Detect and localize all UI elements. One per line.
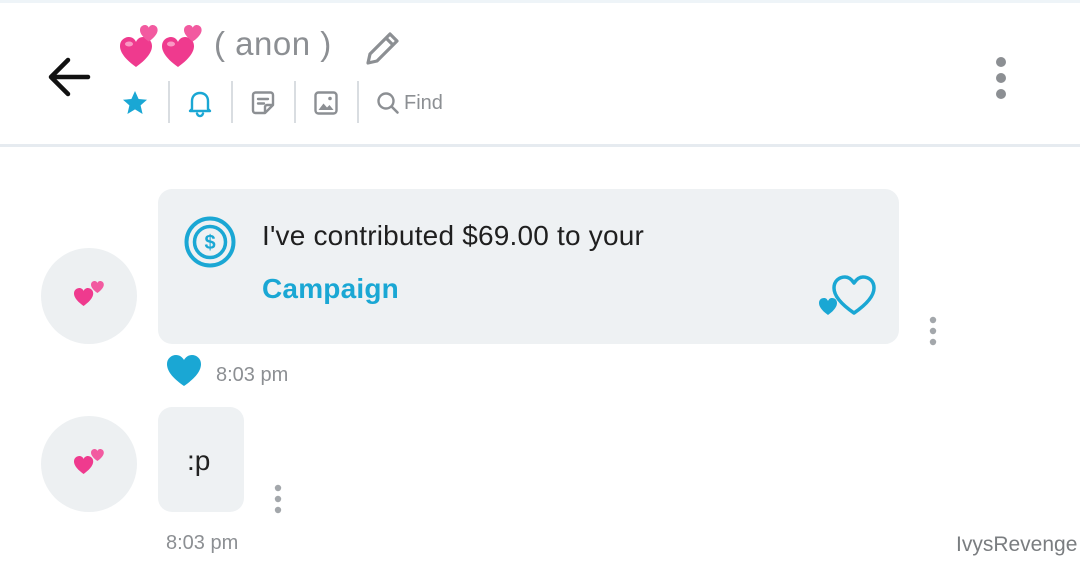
media-button[interactable] xyxy=(311,83,341,123)
toolbar-divider xyxy=(357,81,359,123)
bell-icon xyxy=(188,91,212,118)
more-vertical-icon[interactable] xyxy=(989,54,1013,102)
header-divider xyxy=(0,144,1080,147)
toolbar-divider xyxy=(168,81,170,123)
find-button[interactable]: Find xyxy=(375,83,443,123)
heart-like-icon[interactable] xyxy=(166,354,202,388)
back-arrow-icon[interactable] xyxy=(44,51,96,103)
chat-header: ( anon ) Find xyxy=(0,3,1080,144)
edit-pencil-icon[interactable] xyxy=(362,27,404,69)
avatar[interactable] xyxy=(41,248,137,344)
message-timestamp: 8:03 pm xyxy=(216,364,289,386)
avatar[interactable] xyxy=(41,416,137,512)
star-icon xyxy=(123,91,147,114)
sticky-note-icon xyxy=(251,91,275,115)
message-options-icon[interactable] xyxy=(928,316,938,346)
svg-text:$: $ xyxy=(204,232,215,254)
message-text: :p xyxy=(187,445,211,476)
favorite-button[interactable] xyxy=(120,83,150,123)
dollar-coin-icon: $ xyxy=(184,216,236,268)
watermark: IvysRevenge xyxy=(956,533,1078,556)
notifications-button[interactable] xyxy=(185,83,215,123)
title-hearts-emoji xyxy=(120,25,202,67)
message-options-icon[interactable] xyxy=(273,484,283,514)
toolbar-divider xyxy=(294,81,296,123)
toolbar-divider xyxy=(231,81,233,123)
hearts-icon xyxy=(819,275,876,315)
campaign-link[interactable]: Campaign xyxy=(262,273,399,305)
avatar-hearts-emoji xyxy=(74,281,104,306)
chat-title[interactable]: ( anon ) xyxy=(214,25,332,63)
message-timestamp: 8:03 pm xyxy=(166,532,239,554)
avatar-hearts-emoji xyxy=(74,449,104,474)
contribution-text: I've contributed $69.00 to your xyxy=(262,220,645,251)
image-icon xyxy=(314,91,338,115)
search-icon xyxy=(377,92,399,114)
contribution-message[interactable] xyxy=(158,189,899,344)
find-label: Find xyxy=(404,91,443,114)
notes-button[interactable] xyxy=(248,83,278,123)
